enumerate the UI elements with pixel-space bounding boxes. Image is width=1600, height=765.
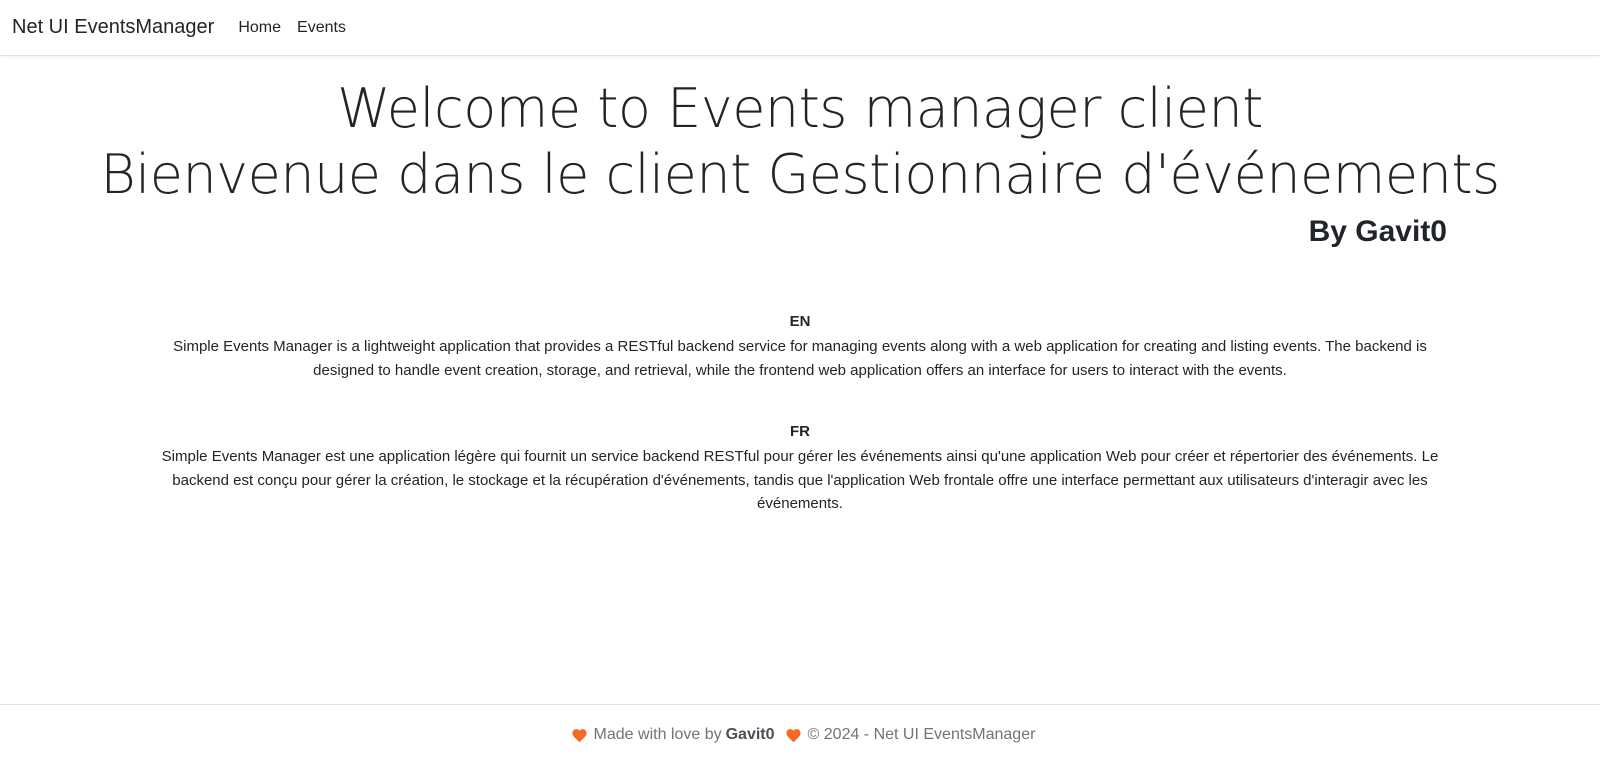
footer-made-with: Made with love by [593, 726, 722, 743]
welcome-title-fr: Bienvenue dans le client Gestionnaire d'… [100, 143, 1500, 206]
description-fr: FR Simple Events Manager est une applica… [160, 421, 1440, 516]
heart-icon [785, 727, 802, 744]
navbar: Net UI EventsManager Home Events [0, 0, 1600, 56]
author-heading: By Gavit0 [1308, 215, 1447, 248]
description-text-en: Simple Events Manager is a lightweight a… [173, 338, 1427, 379]
hero: Welcome to Events manager client Bienven… [0, 76, 1600, 208]
welcome-title-en: Welcome to Events manager client [337, 77, 1263, 140]
brand-link[interactable]: Net UI EventsManager [12, 16, 214, 39]
nav-link-home[interactable]: Home [238, 19, 281, 37]
language-label-en: EN [789, 313, 811, 330]
footer: Made with love by Gavit0 © 2024 - Net UI… [0, 704, 1600, 765]
description-en: EN Simple Events Manager is a lightweigh… [160, 311, 1440, 382]
footer-copyright: © 2024 - Net UI EventsManager [807, 726, 1036, 743]
language-label-fr: FR [790, 423, 810, 440]
footer-author: Gavit0 [725, 726, 775, 743]
nav-link-events[interactable]: Events [297, 19, 346, 37]
description-text-fr: Simple Events Manager est une applicatio… [161, 448, 1439, 512]
heart-icon [571, 727, 588, 744]
